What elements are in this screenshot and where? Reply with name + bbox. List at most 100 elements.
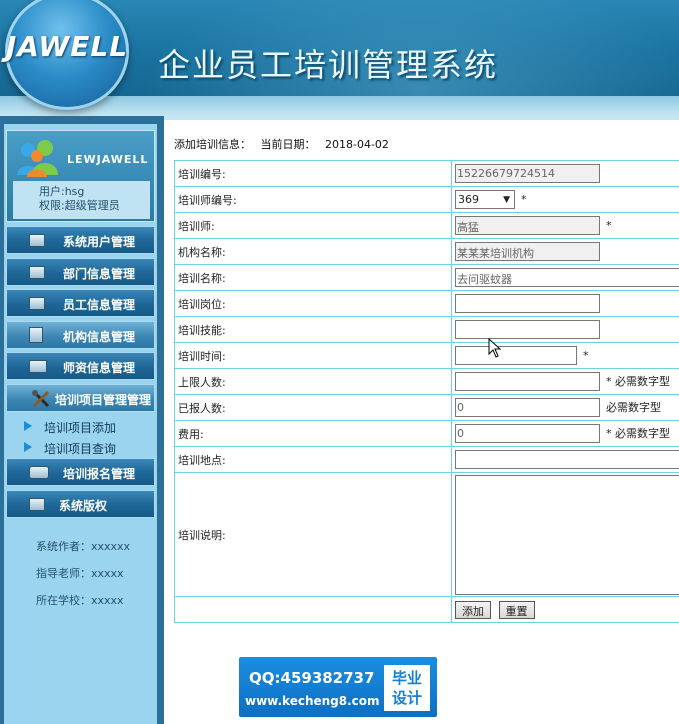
numeric-hint: * 必需数字型 <box>606 374 670 388</box>
trainer-id-select[interactable]: 369 ▼ <box>455 190 515 209</box>
field-cell <box>451 472 679 597</box>
empty-cell <box>174 596 452 623</box>
field-cell: 高猛 * <box>451 212 679 239</box>
training-skill-field[interactable] <box>455 320 600 339</box>
training-time-field[interactable] <box>455 346 577 365</box>
enrolled-field[interactable]: 0 <box>455 398 600 417</box>
field-label: 培训名称: <box>174 264 452 291</box>
teacher-info: 指导老师：xxxxx <box>36 567 124 580</box>
field-label: 已报人数: <box>174 394 452 421</box>
author-info: 系统作者：xxxxxx <box>36 540 131 553</box>
chevron-down-icon: ▼ <box>503 195 510 205</box>
institution-field[interactable]: 某某某培训机构 <box>455 242 600 261</box>
folder-icon <box>29 498 45 511</box>
main-content: 添加培训信息： 当前日期： 2018-04-02 培训编号: 152266797… <box>164 116 679 724</box>
table-row: 费用: 0 * 必需数字型 <box>174 420 679 447</box>
menu-department[interactable]: 部门信息管理 <box>6 258 155 286</box>
add-button[interactable]: 添加 <box>455 600 491 619</box>
menu-label: 员工信息管理 <box>63 298 136 312</box>
form-header: 添加培训信息： 当前日期： 2018-04-02 <box>174 136 395 152</box>
field-label: 培训地点: <box>174 446 452 473</box>
field-label: 费用: <box>174 420 452 447</box>
menu-registration[interactable]: 培训报名管理 <box>6 458 155 486</box>
menu-label: 师资信息管理 <box>63 361 136 375</box>
user-role: 权限:超级管理员 <box>39 199 120 212</box>
jawell-logo: JAWELL <box>5 0 129 110</box>
qq-watermark-banner: QQ:459382737 www.kecheng8.com 毕业 设计 <box>239 657 437 717</box>
field-label: 上限人数: <box>174 368 452 395</box>
button-cell: 添加 重置 <box>451 596 679 623</box>
training-post-field[interactable] <box>455 294 600 313</box>
table-row: 培训时间: * <box>174 342 679 369</box>
table-row: 已报人数: 0 必需数字型 <box>174 394 679 421</box>
menu-label: 部门信息管理 <box>63 267 136 281</box>
table-row: 添加 重置 <box>174 596 679 623</box>
menu-teacher[interactable]: 师资信息管理 <box>6 352 155 380</box>
required-mark: * <box>521 192 527 206</box>
field-cell: 某某某培训机构 <box>451 238 679 265</box>
site-url: www.kecheng8.com <box>245 694 380 708</box>
training-description-textarea[interactable] <box>455 474 679 595</box>
field-label: 培训说明: <box>174 472 452 597</box>
field-label: 培训时间: <box>174 342 452 369</box>
menu-copyright[interactable]: 系统版权 <box>6 490 155 518</box>
menu-institution[interactable]: 机构信息管理 <box>6 321 155 349</box>
menu-label: 机构信息管理 <box>63 330 136 344</box>
menu-training-project[interactable]: 培训项目管理管理 <box>6 384 155 412</box>
date-label: 当前日期： <box>260 138 316 151</box>
field-cell: * <box>451 342 679 369</box>
sidebar: LEWJAWELL 用户:hsg 权限:超级管理员 系统用户管理 部门信息管理 … <box>0 116 164 724</box>
envelope-icon <box>29 360 47 373</box>
field-cell: 369 ▼ * <box>451 186 679 213</box>
form-heading: 添加培训信息： <box>174 138 251 151</box>
numeric-hint: * 必需数字型 <box>606 426 670 440</box>
training-id-field[interactable]: 15226679724514 <box>455 164 600 183</box>
menu-label: 培训报名管理 <box>63 467 136 481</box>
chat-icon <box>29 466 49 479</box>
user-info: 用户:hsg 权限:超级管理员 <box>13 181 150 219</box>
app-window: JAWELL 企业员工培训管理系统 LEWJAWELL 用户:hsg 权限:超级… <box>0 0 679 724</box>
submenu-label: 培训项目添加 <box>44 421 117 435</box>
table-row: 机构名称: 某某某培训机构 <box>174 238 679 265</box>
user-panel: LEWJAWELL 用户:hsg 权限:超级管理员 <box>6 130 155 222</box>
field-label: 培训编号: <box>174 160 452 187</box>
users-icon <box>17 140 58 177</box>
field-label: 培训师编号: <box>174 186 452 213</box>
graduation-design-badge: 毕业 设计 <box>384 665 430 711</box>
date-value: 2018-04-02 <box>325 138 389 151</box>
system-title: 企业员工培训管理系统 <box>158 46 499 84</box>
menu-system-users[interactable]: 系统用户管理 <box>6 226 155 254</box>
field-cell: 0 * 必需数字型 <box>451 420 679 447</box>
field-cell: 0 必需数字型 <box>451 394 679 421</box>
table-row: 培训名称: 去问驱蚊器 <box>174 264 679 291</box>
numeric-hint: 必需数字型 <box>606 400 661 414</box>
badge-line2: 设计 <box>391 689 422 707</box>
reset-button[interactable]: 重置 <box>498 600 535 619</box>
triangle-right-icon <box>24 421 32 431</box>
required-mark: * <box>583 348 589 362</box>
book-icon <box>29 327 43 343</box>
required-mark: * <box>606 218 612 232</box>
field-cell: 去问驱蚊器 <box>451 264 679 291</box>
folder-icon <box>29 266 45 279</box>
training-form-table: 培训编号: 15226679724514 培训师编号: 369 ▼ * 培训师: 高… <box>174 160 679 623</box>
table-row: 培训地点: <box>174 446 679 473</box>
fee-field[interactable]: 0 <box>455 424 600 443</box>
triangle-right-icon <box>24 442 32 452</box>
training-location-field[interactable] <box>455 450 679 469</box>
mouse-cursor-icon <box>488 338 502 358</box>
submenu-label: 培训项目查询 <box>44 442 117 456</box>
menu-employee[interactable]: 员工信息管理 <box>6 289 155 317</box>
field-label: 培训技能: <box>174 316 452 343</box>
trainer-name-field[interactable]: 高猛 <box>455 216 600 235</box>
school-info: 所在学校：xxxxx <box>36 594 124 607</box>
field-cell <box>451 290 679 317</box>
field-cell: * 必需数字型 <box>451 368 679 395</box>
logo-text: JAWELL <box>5 30 129 63</box>
max-people-field[interactable] <box>455 372 600 391</box>
table-row: 培训编号: 15226679724514 <box>174 160 679 187</box>
field-cell <box>451 446 679 473</box>
training-name-field[interactable]: 去问驱蚊器 <box>455 268 679 287</box>
table-row: 培训说明: <box>174 472 679 597</box>
folder-icon <box>29 297 45 310</box>
